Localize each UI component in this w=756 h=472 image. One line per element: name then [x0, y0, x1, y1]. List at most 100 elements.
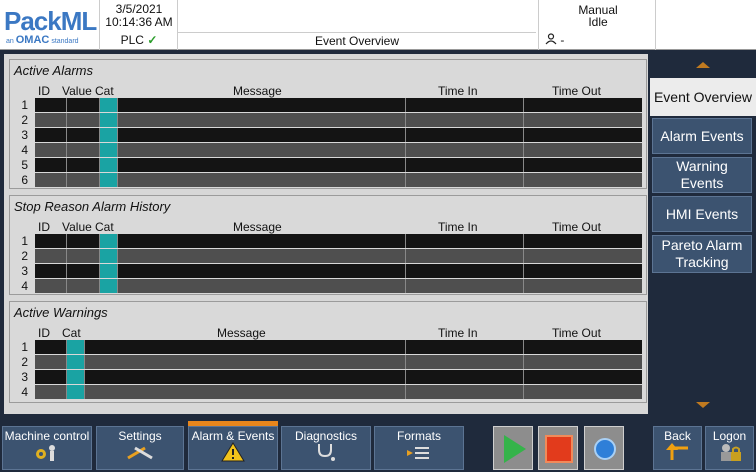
- table-cell: [35, 355, 67, 369]
- col-id: ID: [38, 326, 50, 340]
- table-cell: [118, 98, 406, 112]
- table-cell: [67, 249, 100, 263]
- col-time-in: Time In: [438, 84, 478, 98]
- warning-icon: [189, 442, 277, 467]
- screen-title: Event Overview: [178, 32, 536, 50]
- table-cell: [100, 113, 118, 127]
- table-cell: [118, 234, 406, 248]
- table-cell: [67, 143, 100, 157]
- table-cell: [406, 128, 524, 142]
- tab-settings[interactable]: Settings: [96, 426, 184, 470]
- table-row[interactable]: [35, 264, 642, 278]
- col-cat: Cat: [95, 220, 114, 234]
- table-row[interactable]: [35, 234, 642, 248]
- table-row[interactable]: [35, 340, 642, 354]
- table-row[interactable]: [35, 173, 642, 187]
- tab-formats[interactable]: Formats: [374, 426, 464, 470]
- table-cell: [67, 264, 100, 278]
- table-cell: [118, 113, 406, 127]
- table-cell: [85, 355, 406, 369]
- table-row[interactable]: [35, 128, 642, 142]
- col-message: Message: [233, 220, 282, 234]
- nav-event-overview[interactable]: Event Overview: [650, 78, 756, 116]
- formats-icon: [375, 444, 463, 467]
- nav-pareto-alarm-tracking[interactable]: Pareto Alarm Tracking: [652, 235, 752, 273]
- table-cell: [35, 173, 67, 187]
- row-number: 3: [21, 128, 28, 142]
- row-number: 2: [21, 113, 28, 127]
- col-id: ID: [38, 84, 50, 98]
- panel-title: Active Alarms: [14, 63, 93, 78]
- nav-warning-events[interactable]: Warning Events: [652, 157, 752, 193]
- table-cell: [35, 113, 67, 127]
- stop-button[interactable]: [538, 426, 578, 470]
- table-row[interactable]: [35, 158, 642, 172]
- check-icon: ✓: [147, 33, 158, 47]
- packml-logo: PackML an OMAC standard: [0, 0, 100, 50]
- col-time-out: Time Out: [552, 84, 601, 98]
- table-cell: [100, 234, 118, 248]
- scroll-up-icon[interactable]: [696, 62, 710, 68]
- table-cell: [35, 385, 67, 399]
- col-message: Message: [233, 84, 282, 98]
- table-cell: [35, 98, 67, 112]
- table-row[interactable]: [35, 385, 642, 399]
- col-value: Value: [62, 220, 92, 234]
- table-cell: [406, 249, 524, 263]
- tab-machine-control[interactable]: Machine control: [2, 426, 92, 470]
- event-overview-area: Active Alarms ID Value Cat Message Time …: [4, 54, 648, 414]
- tab-alarm-events[interactable]: Alarm & Events: [188, 421, 278, 470]
- stethoscope-icon: [282, 442, 370, 467]
- table-row[interactable]: [35, 355, 642, 369]
- start-button[interactable]: [493, 426, 533, 470]
- tab-label: Machine control: [4, 429, 90, 443]
- table-cell: [85, 385, 406, 399]
- table-cell: [67, 173, 100, 187]
- scroll-down-icon[interactable]: [696, 402, 710, 408]
- col-value: Value: [62, 84, 92, 98]
- reset-button[interactable]: [584, 426, 624, 470]
- table-cell: [35, 370, 67, 384]
- table-cell: [35, 249, 67, 263]
- table-cell: [100, 143, 118, 157]
- lock-person-icon: [706, 442, 753, 467]
- table-cell: [100, 173, 118, 187]
- user-icon: [545, 33, 557, 45]
- date-label: 3/5/2021: [115, 2, 163, 16]
- table-cell: [406, 113, 524, 127]
- back-button[interactable]: Back: [653, 426, 702, 470]
- table-cell: [67, 128, 100, 142]
- table-cell: [118, 279, 406, 293]
- table-cell: [100, 249, 118, 263]
- active-alarms-panel: Active Alarms ID Value Cat Message Time …: [9, 59, 647, 189]
- table-row[interactable]: [35, 113, 642, 127]
- nav-hmi-events[interactable]: HMI Events: [652, 196, 752, 232]
- row-number: 4: [21, 279, 28, 293]
- table-cell: [85, 370, 406, 384]
- logon-button[interactable]: Logon: [705, 426, 754, 470]
- row-number: 3: [21, 264, 28, 278]
- col-message: Message: [217, 326, 266, 340]
- time-label: 10:14:36 AM: [105, 15, 173, 29]
- table-cell: [118, 143, 406, 157]
- machine-mode-panel: Manual Idle -: [538, 0, 656, 50]
- stop-reason-panel: Stop Reason Alarm History ID Value Cat M…: [9, 195, 647, 295]
- table-row[interactable]: [35, 98, 642, 112]
- tab-label: Formats: [396, 429, 441, 443]
- col-id: ID: [38, 220, 50, 234]
- table-cell: [406, 234, 524, 248]
- col-time-in: Time In: [438, 220, 478, 234]
- table-cell: [35, 234, 67, 248]
- tab-diagnostics[interactable]: Diagnostics: [281, 426, 371, 470]
- row-number: 2: [21, 355, 28, 369]
- table-cell: [67, 340, 85, 354]
- brand-subtitle: an OMAC standard: [6, 34, 79, 46]
- brand-name: PackML: [4, 6, 97, 36]
- gears-person-icon: [3, 442, 91, 467]
- table-row[interactable]: [35, 249, 642, 263]
- nav-alarm-events[interactable]: Alarm Events: [652, 118, 752, 154]
- wrench-icon: [97, 444, 183, 467]
- table-row[interactable]: [35, 370, 642, 384]
- table-row[interactable]: [35, 143, 642, 157]
- table-row[interactable]: [35, 279, 642, 293]
